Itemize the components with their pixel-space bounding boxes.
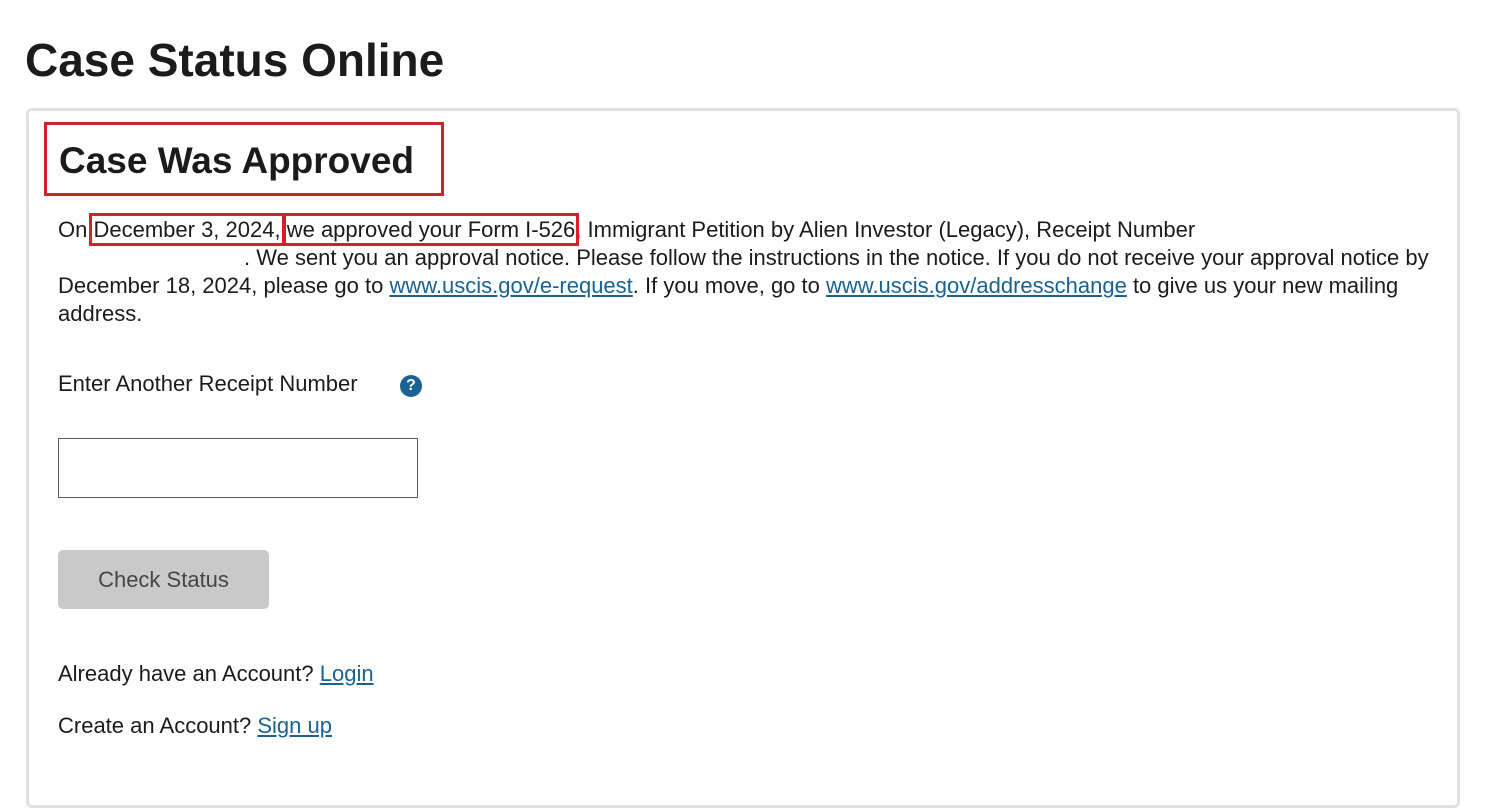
login-link[interactable]: Login: [320, 661, 374, 686]
login-line: Already have an Account? Login: [58, 660, 374, 688]
signup-line: Create an Account? Sign up: [58, 712, 332, 740]
status-text-after-form: , Immigrant Petition by Alien Investor (…: [575, 217, 1196, 242]
receipt-number-label: Enter Another Receipt Number: [58, 371, 358, 396]
receipt-number-input[interactable]: [58, 438, 418, 498]
e-request-link[interactable]: www.uscis.gov/e-request: [389, 273, 632, 298]
check-status-button[interactable]: Check Status: [58, 550, 269, 609]
case-status-heading: Case Was Approved: [44, 122, 444, 196]
signup-link[interactable]: Sign up: [257, 713, 332, 738]
page-title: Case Status Online: [25, 34, 445, 86]
signup-prompt: Create an Account?: [58, 713, 258, 738]
status-text-move: . If you move, go to: [632, 273, 826, 298]
redacted-receipt-number: [58, 249, 244, 270]
address-change-link[interactable]: www.uscis.gov/addresschange: [826, 273, 1127, 298]
login-prompt: Already have an Account?: [58, 661, 320, 686]
case-status-description: On December 3, 2024, we approved your Fo…: [58, 213, 1438, 328]
question-circle-icon[interactable]: ?: [400, 375, 422, 397]
status-text-on: On: [58, 217, 94, 242]
approval-form-phrase: we approved your Form I-526: [282, 213, 580, 246]
approval-date: December 3, 2024,: [89, 213, 285, 246]
